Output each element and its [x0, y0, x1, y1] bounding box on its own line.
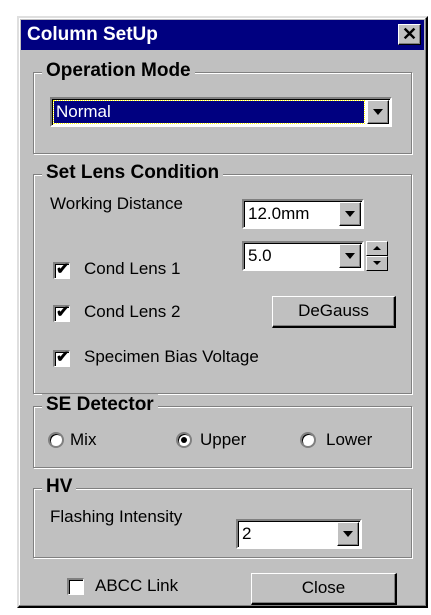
specimen-bias-checkbox[interactable]: ✔: [53, 349, 70, 367]
spin-down-icon[interactable]: [366, 256, 388, 271]
checkmark-icon: ✔: [56, 304, 70, 321]
operation-mode-value: Normal: [56, 102, 111, 121]
degauss-button[interactable]: DeGauss: [272, 296, 396, 328]
title-bar[interactable]: Column SetUp ✕: [21, 20, 424, 50]
radio-mix-label: Mix: [70, 430, 97, 449]
lens-condition-title: Set Lens Condition: [42, 162, 224, 184]
radio-mix[interactable]: [48, 432, 64, 448]
lens-condition-group: Set Lens Condition Working Distance 12.0…: [33, 162, 412, 394]
specimen-bias-label: Specimen Bias Voltage: [84, 347, 259, 366]
cond-lens-1-label: Cond Lens 1: [84, 259, 181, 278]
cond-lens-2-label: Cond Lens 2: [84, 302, 181, 321]
column-setup-dialog: Column SetUp ✕ Operation Mode Normal Set…: [17, 16, 428, 608]
operation-mode-title: Operation Mode: [42, 60, 195, 82]
se-detector-group: SE Detector Mix Upper Lower: [33, 394, 412, 468]
operation-mode-group: Operation Mode Normal: [33, 60, 412, 154]
se-detector-title: SE Detector: [42, 394, 158, 416]
cond-lens-1-value: 5.0: [248, 246, 272, 265]
flashing-intensity-value: 2: [242, 524, 252, 543]
radio-lower-label: Lower: [326, 430, 373, 449]
abcc-link-label: ABCC Link: [95, 576, 179, 595]
working-distance-value: 12.0mm: [248, 204, 310, 223]
hv-title: HV: [42, 476, 77, 498]
cond-lens-1-checkbox[interactable]: ✔: [53, 261, 70, 279]
chevron-down-icon[interactable]: [339, 202, 361, 226]
cond-lens-1-spinner[interactable]: [366, 241, 388, 271]
operation-mode-select[interactable]: Normal: [50, 97, 392, 127]
radio-selected-dot: [181, 437, 187, 443]
radio-lower[interactable]: [300, 432, 316, 448]
radio-upper[interactable]: [176, 432, 192, 448]
hv-group: HV Flashing Intensity 2: [33, 476, 412, 558]
close-icon[interactable]: ✕: [398, 24, 421, 45]
checkmark-icon: ✔: [56, 261, 70, 278]
checkmark-icon: ✔: [56, 349, 70, 366]
working-distance-label: Working Distance: [50, 194, 183, 213]
working-distance-select[interactable]: 12.0mm: [242, 199, 364, 229]
close-button[interactable]: Close: [251, 573, 397, 605]
window-title: Column SetUp: [27, 24, 158, 45]
cond-lens-2-checkbox[interactable]: ✔: [53, 304, 70, 322]
flashing-intensity-label: Flashing Intensity: [50, 507, 183, 526]
chevron-down-icon[interactable]: [337, 522, 359, 546]
abcc-link-checkbox[interactable]: [67, 578, 84, 595]
spin-up-icon[interactable]: [366, 241, 388, 256]
chevron-down-icon[interactable]: [339, 244, 361, 268]
radio-upper-label: Upper: [200, 430, 247, 449]
cond-lens-1-select[interactable]: 5.0: [242, 241, 364, 271]
chevron-down-icon[interactable]: [367, 100, 389, 124]
flashing-intensity-select[interactable]: 2: [236, 519, 362, 549]
